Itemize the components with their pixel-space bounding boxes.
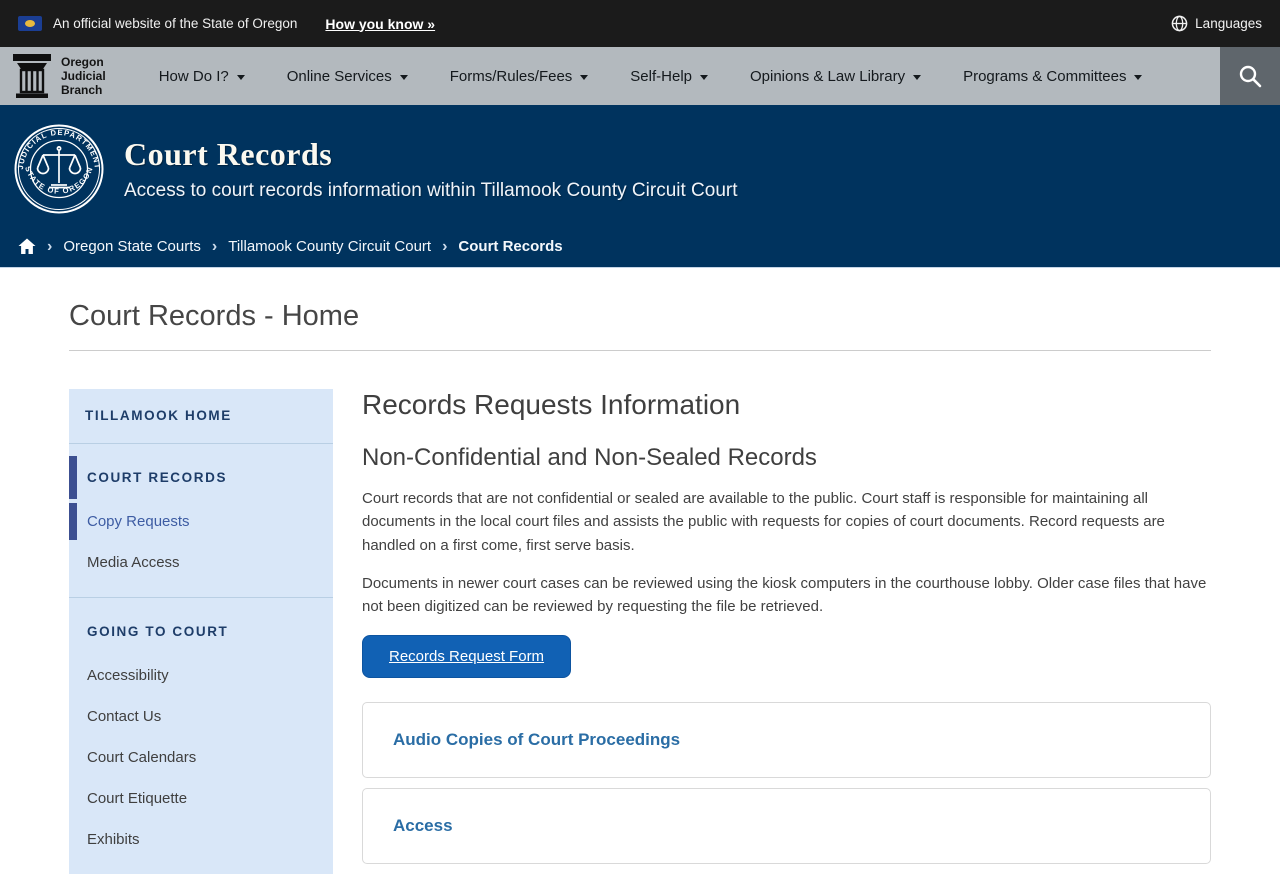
chevron-down-icon: [236, 74, 245, 80]
page-title: Court Records: [124, 135, 333, 172]
breadcrumb-separator: ›: [47, 237, 53, 255]
accordion-list: Audio Copies of Court Proceedings Access: [362, 702, 1211, 865]
sidebar: TILLAMOOK HOME COURT RECORDS Copy Reques…: [69, 389, 333, 874]
nav-item-self-help[interactable]: Self-Help: [609, 47, 729, 105]
records-requests-heading: Records Requests Information: [362, 389, 741, 420]
breadcrumb-court-records: Court Records: [458, 238, 563, 255]
accordion-audio-copies[interactable]: Audio Copies of Court Proceedings: [362, 702, 1211, 779]
records-request-form-button[interactable]: Records Request Form: [362, 635, 572, 679]
breadcrumb-oregon-state-courts[interactable]: Oregon State Courts: [63, 238, 201, 255]
nav-menu: How Do I? Online Services Forms/Rules/Fe…: [138, 47, 1164, 105]
brand-name: Oregon Judicial Branch: [61, 54, 106, 98]
sidebar-item-accessibility[interactable]: Accessibility: [69, 657, 333, 694]
nav-item-online-services[interactable]: Online Services: [266, 47, 429, 105]
languages-label: Languages: [1195, 16, 1262, 31]
content-area: Court Records - Home TILLAMOOK HOME COUR…: [0, 268, 1280, 874]
records-paragraph-1: Court records that are not confidential …: [362, 490, 1165, 554]
sidebar-item-copy-requests[interactable]: Copy Requests: [69, 503, 333, 540]
languages-button[interactable]: Languages: [1171, 15, 1262, 32]
sidebar-item-court-records[interactable]: COURT RECORDS: [69, 456, 333, 499]
judicial-department-seal: JUDICIAL DEPARTMENT STATE OF OREGON: [14, 124, 104, 213]
globe-icon: [1171, 15, 1188, 32]
breadcrumb-separator: ›: [442, 237, 448, 255]
chevron-down-icon: [1134, 74, 1143, 80]
sidebar-item-court-calendars[interactable]: Court Calendars: [69, 739, 333, 776]
records-paragraph-2: Documents in newer court cases can be re…: [362, 574, 1207, 615]
ojb-logo[interactable]: Oregon Judicial Branch: [0, 47, 110, 105]
official-banner: An official website of the State of Oreg…: [0, 0, 1280, 47]
sidebar-item-tillamook-home[interactable]: TILLAMOOK HOME: [69, 389, 333, 443]
main-content: Records Requests Information Non-Confide…: [362, 389, 1211, 874]
sidebar-item-contact-us[interactable]: Contact Us: [69, 698, 333, 735]
sidebar-item-exhibits[interactable]: Exhibits: [69, 821, 333, 858]
chevron-down-icon: [580, 74, 589, 80]
search-button[interactable]: [1220, 47, 1280, 105]
breadcrumb-separator: ›: [211, 237, 218, 255]
how-you-know-link[interactable]: How you know »: [325, 16, 435, 32]
home-icon[interactable]: [18, 238, 36, 255]
title-divider: [69, 350, 1211, 351]
chevron-down-icon: [913, 74, 922, 80]
breadcrumb: › Oregon State Courts › Tillamook County…: [0, 232, 1280, 268]
chevron-down-icon: [399, 74, 408, 80]
sidebar-item-media-access[interactable]: Media Access: [69, 544, 333, 581]
search-icon: [1239, 65, 1262, 88]
page-subtitle: Access to court records information with…: [124, 179, 738, 201]
nav-item-forms-rules-fees[interactable]: Forms/Rules/Fees: [429, 47, 610, 105]
non-confidential-subheading: Non-Confidential and Non-Sealed Records: [362, 444, 817, 471]
official-banner-text: An official website of the State of Oreg…: [53, 16, 298, 31]
nav-item-how-do-i[interactable]: How Do I?: [138, 47, 266, 105]
pillar-icon: [13, 54, 51, 98]
nav-item-programs-committees[interactable]: Programs & Committees: [942, 47, 1163, 105]
page-header: JUDICIAL DEPARTMENT STATE OF OREGON Cour…: [0, 105, 1280, 232]
sidebar-item-going-to-court[interactable]: GOING TO COURT: [69, 610, 333, 653]
content-page-title: Court Records - Home: [69, 300, 360, 332]
oregon-flag-icon: [18, 16, 42, 31]
breadcrumb-tillamook-county-circuit-court[interactable]: Tillamook County Circuit Court: [228, 238, 431, 255]
chevron-down-icon: [700, 74, 708, 80]
nav-item-opinions-law-library[interactable]: Opinions & Law Library: [729, 47, 942, 105]
sidebar-item-court-etiquette[interactable]: Court Etiquette: [69, 780, 333, 817]
main-navigation: Oregon Judicial Branch How Do I? Online …: [0, 47, 1280, 105]
